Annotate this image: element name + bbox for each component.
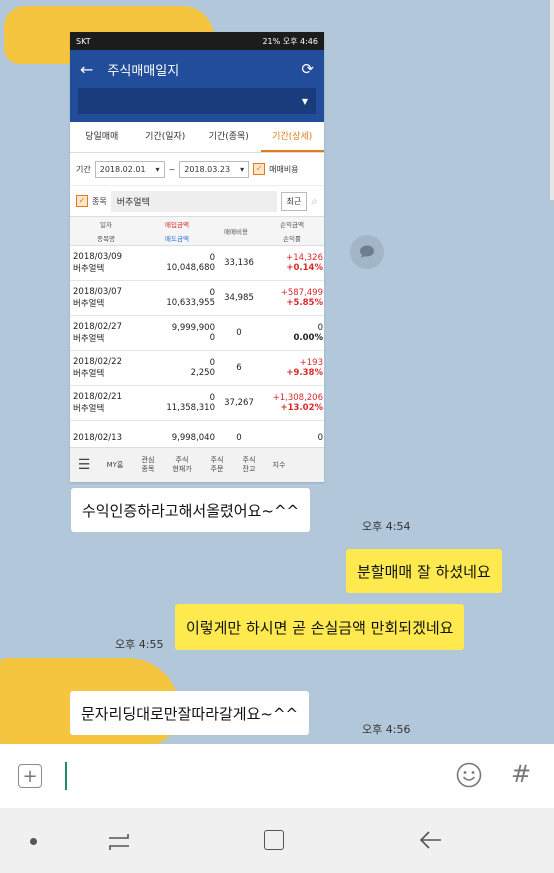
message-input-bar: + # — [0, 744, 554, 808]
trade-table: 2018/03/09 버추얼텍 0 10,048,680 33,136 +14,326 +0… — [70, 246, 324, 456]
tab-period-date: 기간(일자) — [145, 132, 186, 142]
account-select: ▼ — [70, 88, 324, 122]
tab-bar: 당일매매 기간(일자) 기간(종목) 기간(상세) — [70, 122, 324, 153]
table-header: 일자 종목명 매입금액 매도금액 매매비용 손익금액 손익률 — [70, 216, 324, 246]
table-row: 2018/03/09 버추얼텍 0 10,048,680 33,136 +14,326 +0… — [70, 246, 324, 281]
status-bar: SKT 21% 오후 4:46 — [70, 32, 324, 50]
refresh-icon: ⟳ — [301, 60, 314, 78]
tab-daily: 당일매매 — [85, 132, 119, 142]
table-row: 2018/02/21 버추얼텍 0 11,358,310 37,267 +1,308,20… — [70, 386, 324, 421]
home-icon[interactable] — [264, 830, 284, 850]
message-time: 오후 4:55 — [115, 638, 164, 651]
checkbox-icon: ✓ — [253, 163, 266, 175]
checkbox-icon: ✓ — [76, 195, 88, 207]
attached-screenshot[interactable]: SKT 21% 오후 4:46 ← 주식매매일지 ⟳ ▼ 당일매매 기간(일자)… — [70, 32, 324, 482]
from-date-select: 2018.02.01 ▾ — [94, 160, 165, 178]
back-icon[interactable] — [418, 828, 444, 856]
sent-message: 분할매매 잘 하셨네요 — [346, 549, 502, 593]
system-nav-bar — [0, 808, 554, 873]
table-row: 2018/02/27 버추얼텍 9,999,900 0 0 0 0.00% — [70, 316, 324, 351]
emoji-icon[interactable] — [456, 762, 482, 792]
hashtag-icon[interactable]: # — [511, 760, 531, 788]
bottom-nav: ☰ MY홈 관심 종목 주식 현재가 주식 주문 주식 잔고 지수 — [70, 447, 324, 482]
app-bar: ← 주식매매일지 ⟳ — [70, 50, 324, 88]
message-time: 오후 4:54 — [362, 520, 411, 533]
recent-apps-icon[interactable] — [106, 830, 132, 858]
stock-name: 버추얼텍 — [110, 190, 277, 212]
edge-divider — [550, 0, 554, 200]
tab-period-stock: 기간(종목) — [208, 132, 249, 142]
received-message: 수익인증하라고해서올렸어요~^^ — [71, 488, 311, 532]
dropdown-arrow-icon: ▼ — [301, 96, 308, 106]
menu-icon: ☰ — [77, 456, 91, 473]
back-arrow-icon: ← — [80, 59, 94, 79]
period-filter: 기간 2018.02.01 ▾ ~ 2018.03.23 ▾ ✓ 매매비용 — [70, 153, 324, 186]
share-icon[interactable] — [350, 235, 384, 269]
app-title: 주식매매일지 — [107, 63, 180, 79]
received-message: 문자리딩대로만잘따라갈게요~^^ — [70, 691, 310, 735]
stock-filter: ✓ 종목 버추얼텍 최근 ⌕ — [70, 186, 324, 216]
add-icon[interactable]: + — [18, 764, 42, 788]
table-row: 2018/02/22 버추얼텍 0 2,250 6 +193 +9.38% — [70, 351, 324, 386]
text-cursor — [65, 762, 67, 790]
message-input[interactable] — [62, 758, 442, 794]
sent-message: 이렇게만 하시면 곧 손실금액 만회되겠네요 — [175, 604, 465, 650]
table-row: 2018/03/07 버추얼텍 0 10,633,955 34,985 +587,499 +… — [70, 281, 324, 316]
to-date-select: 2018.03.23 ▾ — [179, 160, 250, 178]
recent-button: 최근 — [280, 191, 308, 211]
message-time: 오후 4:56 — [362, 723, 411, 736]
dot-icon[interactable] — [30, 838, 37, 845]
tab-period-detail: 기간(상세) — [260, 122, 324, 152]
search-icon: ⌕ — [311, 193, 318, 208]
